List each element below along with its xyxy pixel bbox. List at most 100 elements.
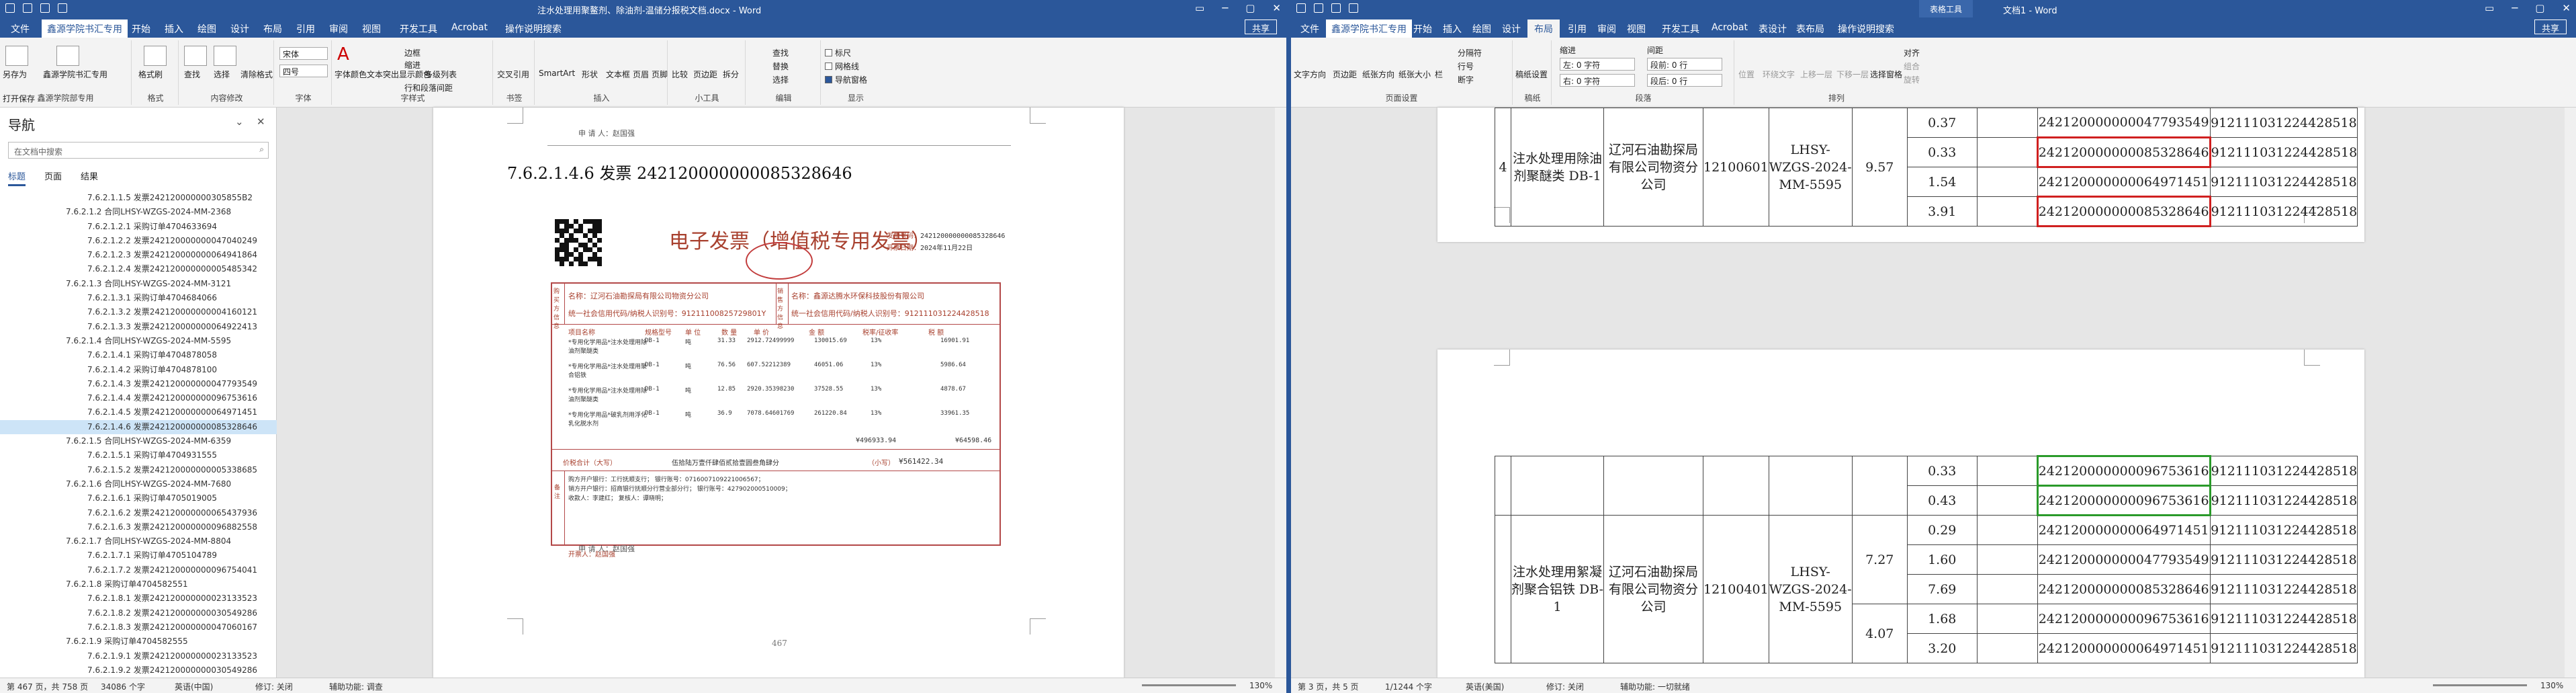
invoice-number-cell[interactable]: 242120000000096753616 xyxy=(2036,455,2211,487)
nav-heading-item[interactable]: 7.6.2.1.8 采购订单4704582551 xyxy=(0,577,277,592)
nav-heading-item[interactable]: 7.6.2.1.7 合同LHSY-WZGS-2024-MM-8804 xyxy=(0,534,277,548)
redo-icon[interactable] xyxy=(1331,3,1341,13)
tax-id-cell[interactable]: 912111031224428518 xyxy=(2209,456,2358,486)
nav-heading-item[interactable]: 7.6.2.1.2.4 发票242120000000005485342 xyxy=(0,262,277,276)
tax-id-cell[interactable]: 912111031224428518 xyxy=(2209,633,2358,663)
indent-button[interactable]: 缩进 xyxy=(404,59,420,71)
save-icon[interactable] xyxy=(5,3,15,13)
nav-heading-item[interactable]: 7.6.2.1.4.3 发票242120000000047793549 xyxy=(0,377,277,391)
gridline-checkbox[interactable]: 网格线 xyxy=(825,60,859,72)
quantity-cell[interactable]: 4.07 xyxy=(1851,604,1908,663)
contract-cell[interactable]: LHSY-WZGS-2024-MM-5595 xyxy=(1768,108,1853,227)
tax-id-cell[interactable]: 912111031224428518 xyxy=(2209,544,2358,575)
amount-cell[interactable]: 3.91 xyxy=(1906,196,1978,227)
blank-cell[interactable] xyxy=(1976,515,2038,545)
send-backward-button[interactable]: 下移一层 xyxy=(1836,69,1869,80)
quantity-cell[interactable]: 9.57 xyxy=(1851,108,1908,227)
nav-search-input[interactable]: 在文档中搜索 ⌕ xyxy=(8,142,269,159)
edit-find-button[interactable]: 查找 xyxy=(772,47,789,58)
close-icon[interactable]: ✕ xyxy=(1272,2,1281,14)
tab-developer[interactable]: 开发工具 xyxy=(1662,22,1699,36)
tab-draw[interactable]: 绘图 xyxy=(1472,22,1491,36)
blank-cell[interactable] xyxy=(1976,137,2038,167)
cross-ref-button[interactable]: 交叉引用 xyxy=(497,69,529,80)
nav-heading-item[interactable]: 7.6.2.1.4 合同LHSY-WZGS-2024-MM-5595 xyxy=(0,334,277,348)
tab-design[interactable]: 设计 xyxy=(1502,22,1521,36)
compare-button[interactable]: 比较 xyxy=(672,69,688,80)
amount-cell[interactable]: 0.37 xyxy=(1906,108,1978,138)
nav-heading-item[interactable]: 7.6.2.1.7.1 采购订单4705104789 xyxy=(0,548,277,563)
amount-cell[interactable]: 1.60 xyxy=(1906,544,1978,575)
invoice-number-cell[interactable]: 242120000000085328646 xyxy=(2037,574,2211,604)
amount-cell[interactable]: 0.43 xyxy=(1906,485,1978,516)
spacing-after-input[interactable]: 段后: 0 行 xyxy=(1647,74,1722,87)
zoom-level[interactable]: 130% xyxy=(2540,681,2563,690)
zoom-slider[interactable] xyxy=(1142,684,1236,686)
tab-insert[interactable]: 插入 xyxy=(165,22,183,36)
nav-heading-item[interactable]: 7.6.2.1.3.1 采购订单4704684066 xyxy=(0,291,277,305)
invoice-number-cell[interactable]: 242120000000096753616 xyxy=(2036,485,2211,516)
invoice-number-cell[interactable]: 242120000000085328646 xyxy=(2036,196,2211,227)
nav-heading-item[interactable]: 7.6.2.1.2.3 发票242120000000064941864 xyxy=(0,248,277,262)
nav-heading-item[interactable]: 7.6.2.1.8.2 发票242120000000030549286 xyxy=(0,606,277,620)
ruler-checkbox[interactable]: 标尺 xyxy=(825,47,851,58)
invoice-number-cell[interactable]: 242120000000064971451 xyxy=(2037,515,2211,545)
nav-heading-item[interactable]: 7.6.2.1.9.2 发票242120000000030549286 xyxy=(0,663,277,678)
document-page-upper[interactable]: 4 注水处理用除油剂聚醚类 DB-1 辽河石油勘探局有限公司物资分公司 1210060… xyxy=(1437,108,2364,242)
blank-cell[interactable] xyxy=(1976,574,2038,604)
draft-settings-button[interactable]: 稿纸设置 xyxy=(1515,69,1548,80)
material-code-cell[interactable]: 12100401 xyxy=(1703,515,1769,663)
text-direction-button[interactable]: 文字方向 xyxy=(1294,69,1326,80)
tax-id-cell[interactable]: 912111031224428518 xyxy=(2209,167,2358,197)
blank-cell[interactable] xyxy=(1495,456,1511,516)
share-button[interactable]: 共享 xyxy=(2534,19,2567,34)
tax-id-cell[interactable]: 912111031224428518 xyxy=(2209,515,2358,545)
material-code-cell[interactable]: 12100601 xyxy=(1703,108,1769,227)
align-button[interactable]: 对齐 xyxy=(1904,47,1920,58)
bring-forward-button[interactable]: 上移一层 xyxy=(1800,69,1832,80)
nav-close-icon[interactable]: ✕ xyxy=(257,116,265,128)
selection-pane-button[interactable]: 选择窗格 xyxy=(1870,69,1902,80)
invoice-number-cell[interactable]: 242120000000047793549 xyxy=(2037,108,2211,138)
tab-file[interactable]: 文件 xyxy=(11,22,30,36)
minimize-icon[interactable]: ─ xyxy=(1222,2,1228,14)
blank-cell[interactable] xyxy=(1976,544,2038,575)
ribbon-display-icon[interactable]: ▭ xyxy=(2485,2,2494,14)
share-button[interactable]: 共享 xyxy=(1244,19,1277,34)
tab-acrobat[interactable]: Acrobat xyxy=(1712,22,1748,33)
customize-icon[interactable] xyxy=(1349,3,1358,13)
tab-design[interactable]: 设计 xyxy=(230,22,249,36)
position-button[interactable]: 位置 xyxy=(1738,69,1755,80)
tax-id-cell[interactable]: 912111031224428518 xyxy=(2209,196,2358,227)
nav-tab-headings[interactable]: 标题 xyxy=(8,169,26,186)
nav-heading-item[interactable]: 7.6.2.1.2.1 采购订单4704633694 xyxy=(0,220,277,234)
item-number-cell[interactable]: 4 xyxy=(1495,108,1511,227)
hyphenation-button[interactable]: 断字 xyxy=(1458,74,1474,85)
replace-button[interactable]: 替换 xyxy=(772,60,789,72)
invoice-number-cell[interactable]: 242120000000085328646 xyxy=(2036,136,2211,168)
tab-home[interactable]: 开始 xyxy=(132,22,150,36)
smartart-button[interactable]: SmartArt xyxy=(539,69,575,78)
search-icon[interactable]: ⌕ xyxy=(259,145,264,155)
nav-heading-item[interactable]: 7.6.2.1.3.2 发票242120000000004160121 xyxy=(0,305,277,319)
amount-cell[interactable]: 0.33 xyxy=(1906,137,1978,167)
nav-heading-item[interactable]: 7.6.2.1.6.2 发票242120000000065437936 xyxy=(0,506,277,520)
tab-layout[interactable]: 布局 xyxy=(1527,19,1560,38)
nav-tab-pages[interactable]: 页面 xyxy=(44,169,62,186)
font-size-input[interactable]: 四号 xyxy=(279,65,328,77)
nav-heading-item[interactable]: 7.6.2.1.8.3 发票242120000000047060167 xyxy=(0,620,277,635)
nav-heading-item[interactable]: 7.6.2.1.6.1 采购订单4705019005 xyxy=(0,491,277,505)
font-color-icon[interactable]: A xyxy=(337,44,349,65)
vertical-scrollbar[interactable] xyxy=(2565,108,2576,678)
select-icon[interactable] xyxy=(214,46,236,66)
tax-id-cell[interactable]: 912111031224428518 xyxy=(2209,137,2358,167)
tab-view[interactable]: 视图 xyxy=(1627,22,1646,36)
document-page-lower[interactable]: 0.33 242120000000096753616 912111031224428… xyxy=(1437,350,2364,678)
blank-cell[interactable] xyxy=(1976,633,2038,663)
minimize-icon[interactable]: ─ xyxy=(2512,2,2518,14)
status-accessibility[interactable]: 辅助功能: 调查 xyxy=(329,681,383,692)
amount-cell[interactable]: 1.68 xyxy=(1906,604,1978,634)
blank-cell[interactable] xyxy=(1511,456,1604,516)
contract-cell[interactable]: LHSY-WZGS-2024-MM-5595 xyxy=(1768,515,1853,663)
tab-acrobat[interactable]: Acrobat xyxy=(451,22,488,33)
